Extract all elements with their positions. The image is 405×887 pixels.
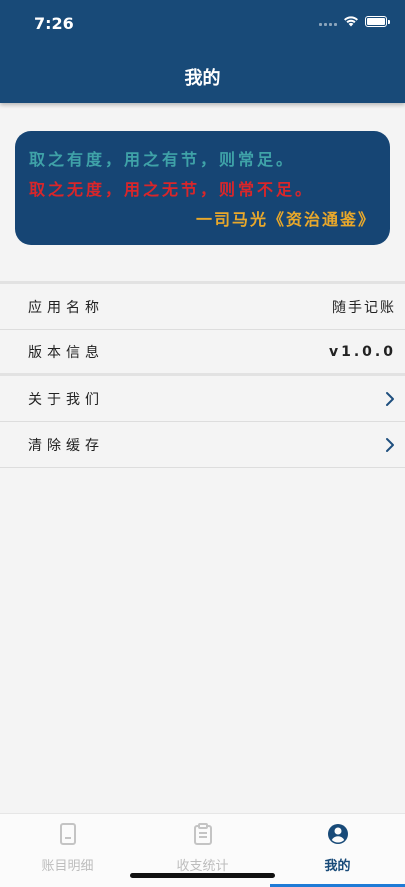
app-name-row: 应用名称 随手记账 — [0, 284, 405, 330]
quote-card: 取之有度，用之有节，则常足。 取之无度，用之无节，则常不足。 一司马光《资治通鉴… — [15, 131, 390, 245]
home-indicator — [130, 873, 275, 878]
tab-mine[interactable]: 我的 — [270, 814, 405, 887]
battery-icon — [365, 15, 390, 27]
tab-label: 收支统计 — [176, 859, 229, 874]
tab-label: 账目明细 — [41, 859, 94, 874]
quote-line-1: 取之有度，用之有节，则常足。 — [29, 150, 296, 169]
clipboard-icon — [193, 823, 213, 849]
tab-account-details[interactable]: 账目明细 — [0, 814, 135, 887]
row-label: 应用名称 — [28, 299, 104, 316]
row-label: 版本信息 — [28, 344, 104, 361]
version-row: 版本信息 v1.0.0 — [0, 330, 405, 376]
quote-line-2: 取之无度，用之无节，则常不足。 — [29, 180, 315, 199]
wifi-icon — [343, 15, 359, 27]
about-us-row[interactable]: 关于我们 — [0, 376, 405, 422]
file-icon — [59, 823, 77, 849]
cellular-signal-icon — [319, 16, 337, 26]
status-time: 7:26 — [34, 14, 74, 33]
user-circle-icon — [327, 823, 349, 849]
clear-cache-row[interactable]: 清除缓存 — [0, 422, 405, 468]
row-value: 随手记账 — [332, 299, 396, 316]
row-label: 关于我们 — [28, 391, 104, 408]
row-value: v1.0.0 — [329, 343, 396, 360]
chevron-right-icon — [384, 437, 396, 453]
chevron-right-icon — [384, 391, 396, 407]
quote-attribution: 一司马光《资治通鉴》 — [195, 210, 376, 229]
settings-list: 应用名称 随手记账 版本信息 v1.0.0 关于我们 清除缓存 — [0, 281, 405, 468]
page-title: 我的 — [184, 68, 221, 89]
app-header: 7:26 我的 — [0, 0, 405, 103]
tab-label: 我的 — [324, 859, 351, 874]
row-label: 清除缓存 — [28, 437, 104, 454]
status-icons — [319, 15, 390, 27]
